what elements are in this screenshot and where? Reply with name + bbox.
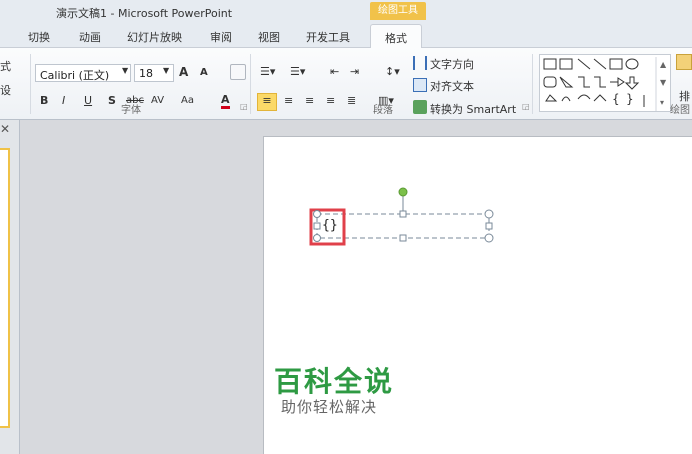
handle-top-left[interactable] (313, 210, 321, 218)
tab-format[interactable]: 格式 (370, 24, 422, 49)
align-left-button[interactable]: ≡ (257, 93, 277, 111)
shapes-gallery-icons: { } ▲ ▼ ▾ (543, 57, 667, 111)
distributed-button[interactable]: ≣ (347, 94, 356, 107)
numbering-button[interactable]: ☰▾ (290, 65, 305, 78)
font-color-button[interactable]: A (221, 93, 230, 109)
close-pane-icon[interactable]: ✕ (0, 122, 10, 136)
grow-font-button[interactable]: A (179, 65, 188, 79)
handle-bottom-right[interactable] (484, 233, 494, 243)
textbox-content[interactable]: {} (322, 218, 338, 233)
tab-review[interactable]: 审阅 (210, 29, 232, 45)
tab-slideshow[interactable]: 幻灯片放映 (127, 29, 182, 45)
handle-bottom[interactable] (399, 234, 407, 242)
cut-label-style[interactable]: 式 (0, 58, 11, 74)
font-size-chevron-icon[interactable]: ▼ (163, 66, 169, 75)
bullets-button[interactable]: ☰▾ (260, 65, 275, 78)
line-spacing-button[interactable]: ↕▾ (385, 65, 400, 78)
justify-button[interactable]: ≡ (326, 94, 335, 107)
svg-text:▾: ▾ (660, 98, 664, 107)
slide-thumbnail[interactable] (0, 148, 10, 428)
group-separator (250, 54, 251, 114)
font-name-chevron-icon[interactable]: ▼ (122, 66, 128, 75)
svg-text:}: } (626, 92, 634, 106)
shapes-gallery[interactable]: { } ▲ ▼ ▾ (539, 54, 671, 112)
rotate-handle[interactable] (398, 187, 408, 197)
change-case-button[interactable]: Aa (181, 95, 194, 106)
svg-text:{: { (612, 92, 620, 106)
cut-label-setting[interactable]: 设 (0, 82, 11, 98)
group-separator (30, 54, 31, 114)
align-center-button[interactable]: ≡ (284, 94, 293, 107)
drawing-tools-context-tab[interactable]: 绘图工具 (370, 2, 426, 20)
align-right-button[interactable]: ≡ (305, 94, 314, 107)
tab-developer[interactable]: 开发工具 (306, 29, 350, 45)
slides-panel: ✕ (0, 120, 20, 454)
window-title: 演示文稿1 - Microsoft PowerPoint (56, 7, 233, 20)
paragraph-dialog-launcher-icon[interactable]: ◲ (522, 102, 530, 111)
svg-text:▲: ▲ (660, 60, 667, 69)
ribbon-tab-row: 切换 动画 幻灯片放映 审阅 视图 开发工具 格式 (0, 24, 692, 49)
group-separator (532, 54, 533, 114)
shape-fill-icon[interactable] (676, 54, 692, 70)
bold-button[interactable]: B (40, 94, 48, 107)
handle-left[interactable] (313, 222, 321, 230)
editing-canvas: {} 百科全说 助你轻松解决 (20, 120, 692, 454)
text-direction-button[interactable]: 文字方向 (430, 56, 474, 72)
shadow-button[interactable]: S (108, 94, 116, 107)
italic-button[interactable]: I (62, 94, 65, 107)
handle-bottom-left[interactable] (313, 234, 321, 242)
font-dialog-launcher-icon[interactable]: ◲ (240, 102, 248, 111)
tab-animations[interactable]: 动画 (79, 29, 101, 45)
title-bar: 演示文稿1 - Microsoft PowerPoint 绘图工具 (0, 0, 692, 24)
tab-view[interactable]: 视图 (258, 29, 280, 45)
handle-top-right[interactable] (484, 209, 494, 219)
watermark-subtitle: 助你轻松解决 (281, 398, 378, 416)
drawing-group-label: 绘图 (670, 105, 690, 116)
font-group-label: 字体 (121, 105, 141, 116)
smartart-icon (413, 100, 427, 114)
text-direction-icon (413, 56, 427, 70)
underline-button[interactable]: U (84, 94, 92, 107)
svg-text:▼: ▼ (660, 78, 667, 87)
increase-indent-button[interactable]: ⇥ (350, 65, 359, 78)
ribbon: 式 设 Calibri (正文) ▼ 18 ▼ A A B I U S abc … (0, 48, 692, 120)
font-name-dropdown[interactable]: Calibri (正文) (35, 64, 131, 82)
watermark-title: 百科全说 (274, 365, 395, 398)
decrease-indent-button[interactable]: ⇤ (330, 65, 339, 78)
align-text-icon (413, 78, 427, 92)
handle-top[interactable] (399, 210, 407, 218)
shrink-font-button[interactable]: A (200, 67, 208, 78)
paragraph-group-label: 段落 (373, 105, 393, 116)
align-text-button[interactable]: 对齐文本 (430, 78, 474, 94)
char-spacing-button[interactable]: AV (151, 95, 164, 106)
handle-right[interactable] (485, 222, 493, 230)
convert-smartart-button[interactable]: 转换为 SmartArt (430, 101, 516, 117)
tab-transitions[interactable]: 切换 (28, 29, 50, 45)
clear-format-icon[interactable] (230, 64, 246, 80)
